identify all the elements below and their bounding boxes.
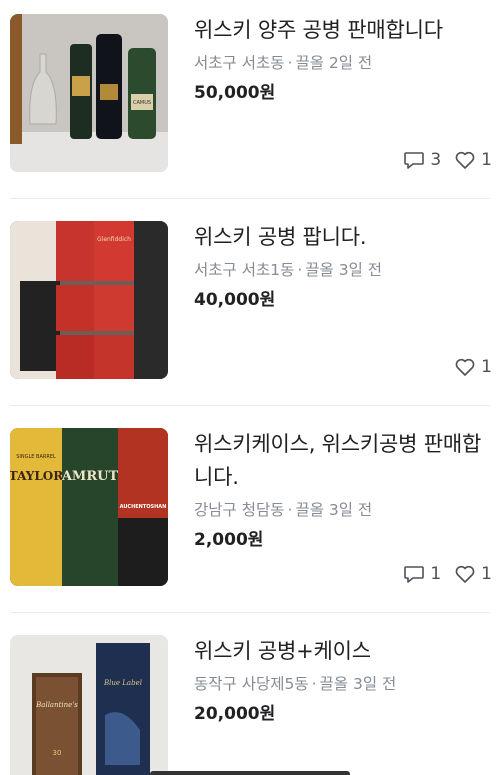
listing-stats: 1 <box>443 355 492 379</box>
listing-time: 끌올 3일 전 <box>319 675 397 693</box>
listing-location: 동작구 사당제5동 <box>194 675 309 693</box>
thumb-label: Blue Label <box>103 679 142 687</box>
listing-meta: 서초구 서초1동 · 끌올 3일 전 <box>194 261 383 279</box>
thumb-label: SINGLE BARREL <box>16 454 56 460</box>
listing-meta: 동작구 사당제5동 · 끌올 3일 전 <box>194 675 397 693</box>
thumb-label: Glenfiddich <box>97 236 131 243</box>
listing-time: 끌올 2일 전 <box>295 54 373 72</box>
listing-meta: 강남구 청담동 · 끌올 3일 전 <box>194 501 373 519</box>
chat-count: 3 <box>402 148 441 172</box>
like-count: 1 <box>453 148 492 172</box>
thumb-label: 30 <box>53 749 62 757</box>
listing-price: 2,000원 <box>194 530 264 550</box>
thumb-label: Ballantine's <box>35 701 78 709</box>
listing-title: 위스키 양주 공병 판매합니다 <box>194 18 443 42</box>
listing-time: 끌올 3일 전 <box>305 261 383 279</box>
like-count: 1 <box>453 562 492 586</box>
thumb-label: AUCHENTOSHAN <box>120 504 167 510</box>
thumb-label: CAMUS <box>133 100 151 106</box>
listing-thumbnail-3: TAYLOR SINGLE BARREL AMRUT AUCHENTOSHAN <box>10 428 168 586</box>
listing-location: 강남구 청담동 <box>194 501 285 519</box>
listing-stats: 3 1 <box>392 148 492 172</box>
listing-item-3[interactable]: TAYLOR SINGLE BARREL AMRUT AUCHENTOSHAN … <box>0 406 500 611</box>
listing-time: 끌올 3일 전 <box>295 501 373 519</box>
listing-meta: 서초구 서초동 · 끌올 2일 전 <box>194 54 373 72</box>
like-count: 1 <box>453 355 492 379</box>
listing-stats: 1 1 <box>392 562 492 586</box>
listing-title: 위스키 공병+케이스 <box>194 639 371 663</box>
listing-item-2[interactable]: Glenfiddich 위스키 공병 팝니다. 서초구 서초1동 · 끌올 3일 전… <box>0 199 500 404</box>
listing-title: 위스키케이스, 위스키공병 판매합니다. <box>194 432 482 489</box>
listing-price: 40,000원 <box>194 290 276 310</box>
listing-title: 위스키 공병 팝니다. <box>194 225 367 249</box>
listing-location: 서초구 서초동 <box>194 54 285 72</box>
listing-price: 20,000원 <box>194 704 276 724</box>
thumb-label: AMRUT <box>61 469 119 484</box>
listing-thumbnail-1: CAMUS <box>10 14 168 172</box>
listing-location: 서초구 서초1동 <box>194 261 295 279</box>
chat-count: 1 <box>402 562 441 586</box>
chat-bubble-icon <box>404 566 425 583</box>
listing-item-1[interactable]: CAMUS 위스키 양주 공병 판매합니다 서초구 서초동 · 끌올 2일 전 50… <box>0 0 500 196</box>
listing-price: 50,000원 <box>194 83 276 103</box>
chat-bubble-icon <box>404 152 425 169</box>
listing-item-4[interactable]: Ballantine's 30 Blue Label 위스키 공병+케이스 동작… <box>0 613 500 775</box>
heart-icon <box>455 565 475 583</box>
thumb-label: TAYLOR <box>10 469 64 483</box>
home-indicator <box>150 771 350 775</box>
heart-icon <box>455 151 475 169</box>
listing-thumbnail-2: Glenfiddich <box>10 221 168 379</box>
listing-thumbnail-4: Ballantine's 30 Blue Label <box>10 635 168 775</box>
heart-icon <box>455 358 475 376</box>
